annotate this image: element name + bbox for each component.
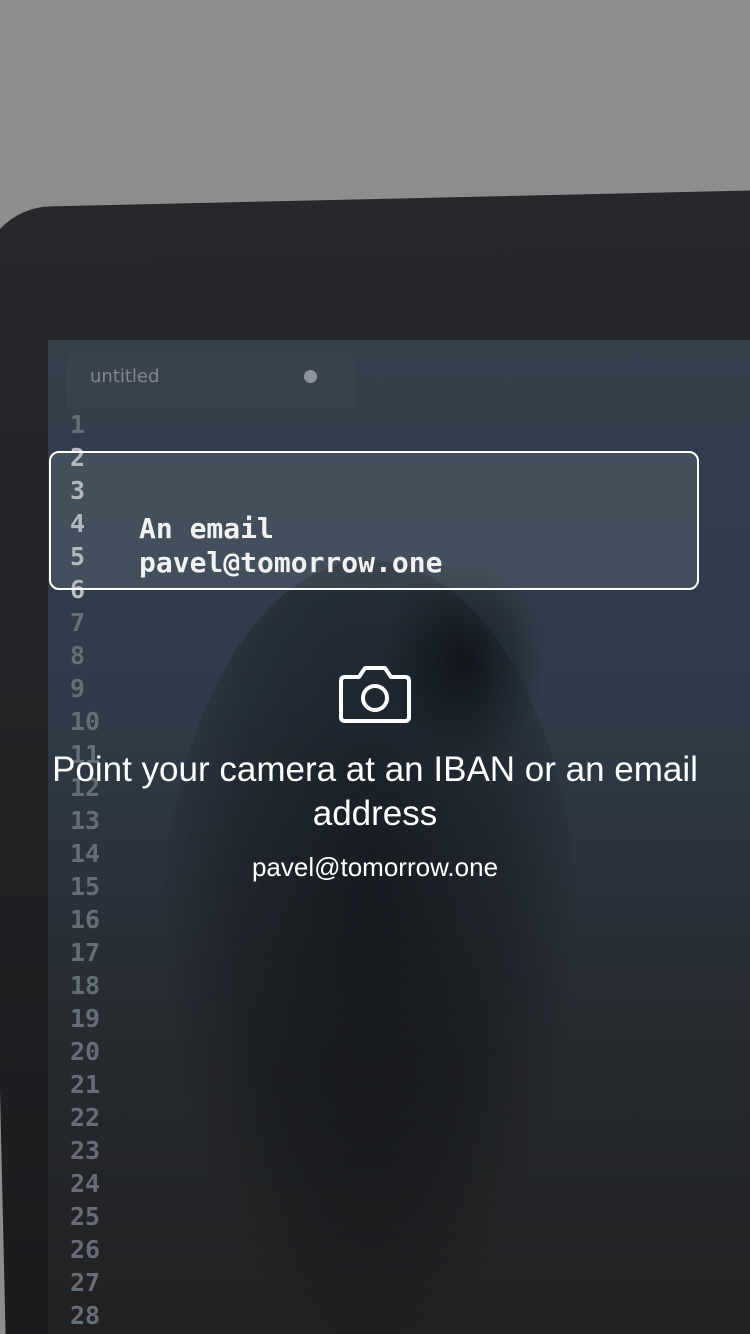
code-line-email: pavel@tomorrow.one xyxy=(139,546,443,579)
scan-frame: An email pavel@tomorrow.one xyxy=(49,451,699,590)
camera-icon xyxy=(339,666,411,723)
code-line: An email xyxy=(139,512,274,545)
detected-value[interactable]: pavel@tomorrow.one xyxy=(40,852,710,883)
scan-instruction: Point your camera at an IBAN or an email… xyxy=(52,750,698,833)
